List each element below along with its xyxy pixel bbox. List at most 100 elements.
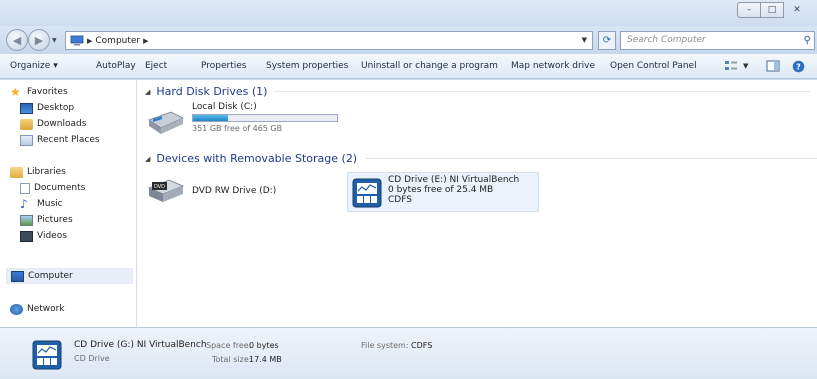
hard-disk-icon <box>148 111 184 134</box>
nav-recent-label: Recent Places <box>37 135 100 145</box>
nav-music-label: Music <box>37 199 63 209</box>
address-dropdown-icon[interactable]: ▼ <box>582 36 587 44</box>
file-system-value: CDFS <box>411 341 433 350</box>
cd-drive-free: 0 bytes free of 25.4 MB <box>388 185 494 195</box>
cd-drive-fs: CDFS <box>388 195 412 205</box>
capacity-bar <box>192 114 338 122</box>
downloads-icon <box>20 118 33 130</box>
svg-text:?: ? <box>796 62 801 71</box>
nav-pictures-label: Pictures <box>37 215 73 225</box>
breadcrumb-computer[interactable]: Computer <box>95 36 140 46</box>
uninstall-program-button[interactable]: Uninstall or change a program <box>361 61 498 71</box>
nav-music[interactable]: ♪ Music <box>20 196 63 212</box>
videos-icon <box>20 230 33 242</box>
virtualbench-icon <box>352 178 382 208</box>
content-pane: ◢ Hard Disk Drives (1) Local Disk (C:) 3… <box>137 80 817 327</box>
nav-downloads-label: Downloads <box>37 119 87 129</box>
close-button[interactable]: ✕ <box>783 2 811 18</box>
collapse-triangle-icon[interactable]: ◢ <box>145 88 150 96</box>
minimize-button[interactable]: – <box>737 2 761 18</box>
change-view-button[interactable]: ▼ <box>724 59 748 73</box>
help-button[interactable]: ? <box>792 59 805 73</box>
recent-pages-chevron-icon[interactable]: ▼ <box>52 37 57 44</box>
map-network-drive-button[interactable]: Map network drive <box>511 61 595 71</box>
nav-network-label: Network <box>27 304 65 314</box>
computer-icon <box>11 270 24 282</box>
group-divider <box>275 91 811 92</box>
local-disk-info: Local Disk (C:) 351 GB free of 465 GB <box>192 102 352 133</box>
music-icon: ♪ <box>20 196 28 211</box>
local-disk-name: Local Disk (C:) <box>192 102 257 112</box>
space-free-value: 0 bytes <box>249 341 279 350</box>
dvd-drive-name: DVD RW Drive (D:) <box>192 186 277 196</box>
view-icon <box>725 61 737 70</box>
address-bar[interactable]: ▶ Computer ▶ ▼ <box>65 31 593 50</box>
search-input[interactable]: Search Computer ⚲ <box>620 31 815 50</box>
maximize-button[interactable]: □ <box>760 2 784 18</box>
group-removable-storage[interactable]: ◢ Devices with Removable Storage (2) <box>145 152 817 165</box>
address-row: ◀ ▶ ▼ ▶ Computer ▶ ▼ ⟳ Search Computer ⚲ <box>0 26 817 54</box>
network-icon <box>10 303 23 315</box>
preview-pane-icon <box>766 60 780 72</box>
open-control-panel-button[interactable]: Open Control Panel <box>610 61 697 71</box>
refresh-button[interactable]: ⟳ <box>598 31 616 50</box>
search-placeholder: Search Computer <box>627 35 706 45</box>
eject-button[interactable]: Eject <box>145 61 167 71</box>
nav-documents[interactable]: Documents <box>20 180 85 196</box>
nav-videos[interactable]: Videos <box>20 228 67 244</box>
breadcrumb-separator-icon[interactable]: ▶ <box>143 37 148 45</box>
help-icon: ? <box>792 60 805 72</box>
capacity-bar-fill <box>193 115 229 121</box>
local-disk-free: 351 GB free of 465 GB <box>192 124 283 133</box>
nav-downloads[interactable]: Downloads <box>20 116 86 132</box>
nav-desktop[interactable]: Desktop <box>20 100 74 116</box>
details-name: CD Drive (G:) NI VirtualBench <box>74 340 207 350</box>
system-properties-button[interactable]: System properties <box>266 61 348 71</box>
preview-pane-button[interactable] <box>766 59 780 73</box>
virtualbench-icon <box>32 340 62 370</box>
refresh-icon: ⟳ <box>602 35 612 46</box>
organize-button[interactable]: Organize ▾ <box>10 61 58 71</box>
forward-button[interactable]: ▶ <box>28 29 50 51</box>
view-dropdown-icon[interactable]: ▼ <box>743 62 748 70</box>
group-hard-disk-drives[interactable]: ◢ Hard Disk Drives (1) <box>145 85 811 98</box>
title-bar: – □ ✕ <box>0 0 817 26</box>
window-controls: – □ ✕ <box>737 2 811 18</box>
nav-network[interactable]: Network <box>10 301 65 317</box>
autoplay-button[interactable]: AutoPlay <box>96 61 136 71</box>
group-removable-label: Devices with Removable Storage (2) <box>156 152 358 165</box>
pictures-icon <box>20 214 33 226</box>
properties-button[interactable]: Properties <box>201 61 246 71</box>
dvd-badge: DVD <box>154 184 165 190</box>
nav-favorites-label: Favorites <box>27 87 68 97</box>
group-hdd-label: Hard Disk Drives (1) <box>156 85 268 98</box>
star-icon: ★ <box>10 84 21 99</box>
desktop-icon <box>20 102 33 114</box>
details-type: CD Drive <box>74 354 110 363</box>
organize-label: Organize <box>10 61 51 71</box>
nav-computer-label: Computer <box>28 271 73 281</box>
nav-libraries-label: Libraries <box>27 167 66 177</box>
nav-pictures[interactable]: Pictures <box>20 212 73 228</box>
nav-recent-places[interactable]: Recent Places <box>20 132 100 148</box>
total-size-value: 17.4 MB <box>249 355 282 364</box>
details-pane: CD Drive (G:) NI VirtualBench CD Drive S… <box>0 327 817 379</box>
command-bar: Organize ▾ AutoPlay Eject Properties Sys… <box>0 54 817 79</box>
libraries-icon <box>10 166 23 178</box>
nav-documents-label: Documents <box>34 183 86 193</box>
dvd-drive-icon: DVD <box>147 179 185 202</box>
nav-desktop-label: Desktop <box>37 103 75 113</box>
search-icon[interactable]: ⚲ <box>804 32 811 49</box>
drive-cd-virtualbench[interactable]: CD Drive (E:) NI VirtualBench 0 bytes fr… <box>347 172 539 212</box>
nav-videos-label: Videos <box>37 231 67 241</box>
nav-computer[interactable]: Computer <box>6 268 133 284</box>
computer-icon <box>70 35 84 46</box>
breadcrumb-separator-icon[interactable]: ▶ <box>87 37 92 45</box>
group-divider <box>365 158 817 159</box>
back-button[interactable]: ◀ <box>6 29 28 51</box>
file-system-label: File system: <box>361 341 409 350</box>
nav-favorites[interactable]: ★ Favorites <box>10 84 68 100</box>
nav-libraries[interactable]: Libraries <box>10 164 66 180</box>
collapse-triangle-icon[interactable]: ◢ <box>145 155 150 163</box>
cd-drive-info: CD Drive (E:) NI VirtualBench 0 bytes fr… <box>388 175 519 205</box>
